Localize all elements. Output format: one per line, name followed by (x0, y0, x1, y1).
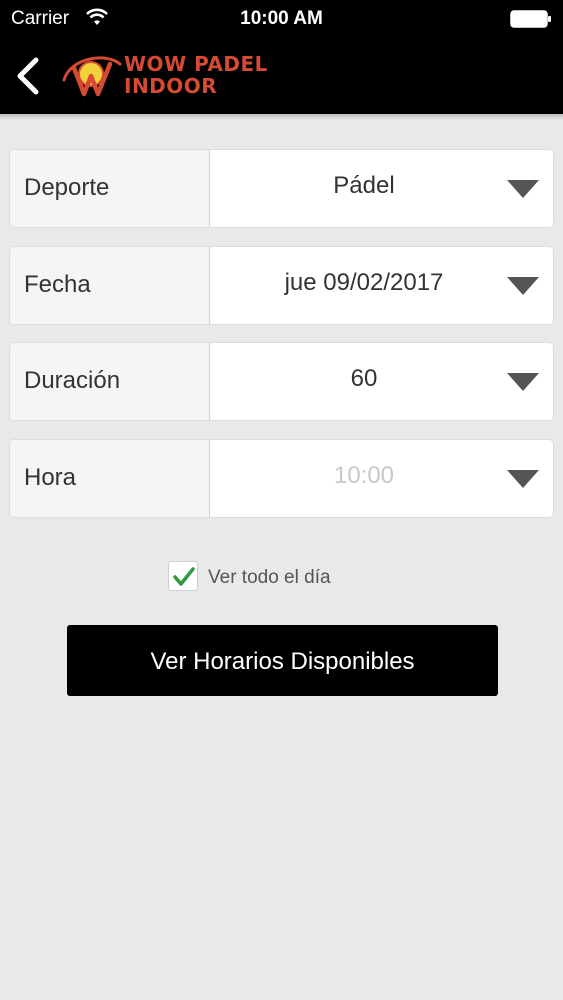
logo-icon (62, 56, 122, 97)
status-time: 10:00 AM (240, 8, 323, 29)
back-button[interactable] (8, 52, 48, 100)
form-row-deporte: Deporte Pádel (10, 150, 553, 227)
battery-icon (510, 10, 551, 28)
logo-line-2: INDOOR (124, 74, 218, 98)
row-label-box: Hora (10, 440, 210, 517)
row-label-box: Duración (10, 343, 210, 420)
checkmark-icon (173, 567, 195, 586)
logo-line-1: WOW PADEL (124, 52, 268, 76)
fecha-label: Fecha (24, 271, 91, 298)
nav-shadow (0, 114, 563, 120)
form-row-hora: Hora 10:00 (10, 440, 553, 517)
fecha-value: jue 09/02/2017 (284, 269, 444, 296)
duracion-label: Duración (24, 367, 121, 394)
duracion-value: 60 (350, 365, 378, 392)
form-row-fecha: Fecha jue 09/02/2017 (10, 247, 553, 324)
hora-value: 10:00 (333, 462, 395, 489)
all-day-label: Ver todo el día (208, 567, 331, 588)
deporte-select[interactable]: Pádel (211, 150, 553, 227)
chevron-down-icon (507, 180, 539, 198)
row-label-box: Deporte (10, 150, 210, 227)
all-day-checkbox[interactable] (168, 561, 198, 591)
status-bar: Carrier 10:00 AM (0, 0, 563, 38)
chevron-down-icon (507, 373, 539, 391)
hora-label: Hora (24, 464, 77, 491)
form-row-duracion: Duración 60 (10, 343, 553, 420)
deporte-value: Pádel (333, 172, 395, 199)
nav-bar: WOW PADEL INDOOR (0, 38, 563, 114)
chevron-down-icon (507, 277, 539, 295)
deporte-label: Deporte (24, 174, 110, 201)
fecha-select[interactable]: jue 09/02/2017 (211, 247, 553, 324)
duracion-select[interactable]: 60 (211, 343, 553, 420)
logo-text: WOW PADEL INDOOR (124, 53, 268, 97)
chevron-down-icon (507, 470, 539, 488)
chevron-left-icon (17, 57, 39, 95)
hora-select[interactable]: 10:00 (211, 440, 553, 517)
view-available-times-button[interactable]: Ver Horarios Disponibles (67, 625, 498, 696)
row-label-box: Fecha (10, 247, 210, 324)
